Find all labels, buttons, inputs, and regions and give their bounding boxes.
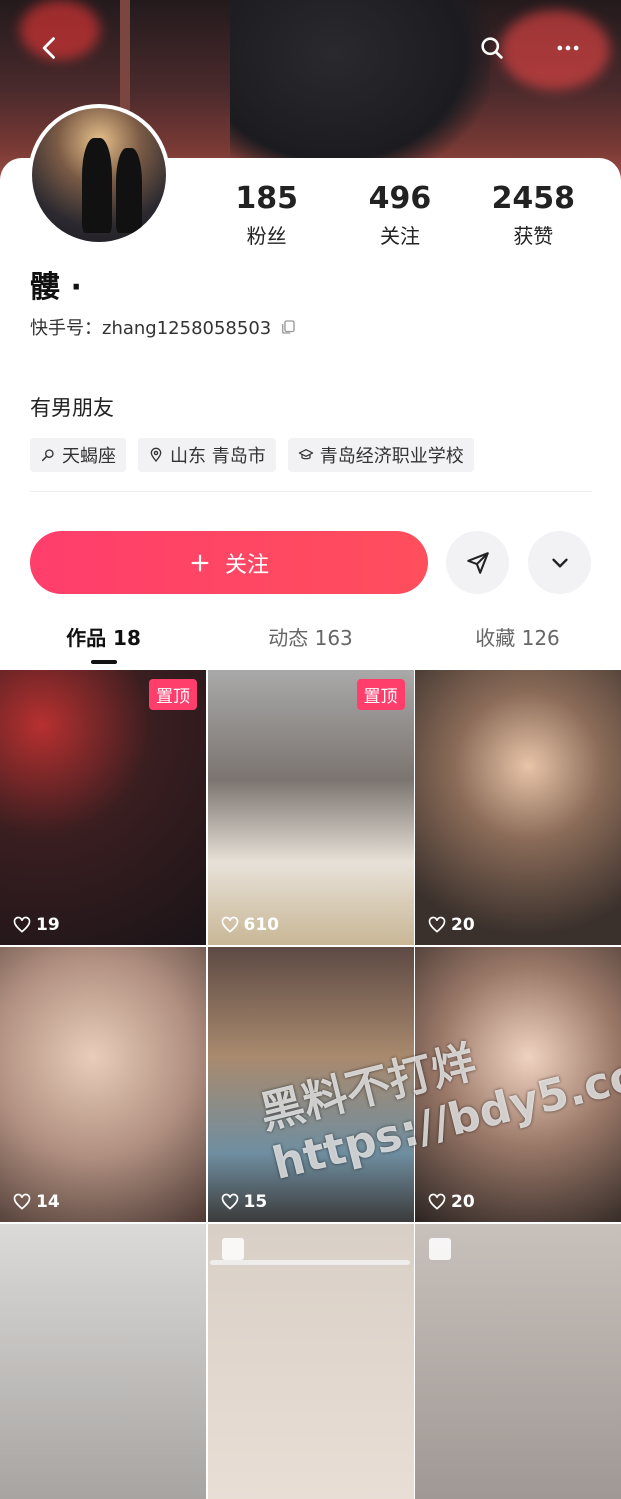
profile-stats: 185 粉丝 496 关注 2458 获赞 <box>200 180 600 249</box>
post-tile[interactable]: 20 <box>415 670 621 945</box>
copy-icon[interactable] <box>279 318 297 336</box>
tab-moments[interactable]: 动态 163 <box>207 620 414 666</box>
like-count-value: 20 <box>451 915 475 935</box>
like-count: 610 <box>220 915 280 935</box>
search-icon <box>481 37 503 59</box>
cover-pole <box>120 0 130 120</box>
like-count-value: 20 <box>451 1192 475 1212</box>
heart-icon <box>13 1193 31 1210</box>
avatar-figure <box>116 148 142 233</box>
heart-icon <box>428 916 446 933</box>
kuaishou-id-text: 快手号：zhang1258058503 <box>30 318 272 339</box>
like-count: 14 <box>12 1192 60 1212</box>
image-icon <box>221 1238 244 1260</box>
follow-label: 关注 <box>224 552 269 578</box>
stat-label: 关注 <box>379 224 420 248</box>
post-tile[interactable] <box>207 1224 414 1499</box>
tag-label: 天蝎座 <box>62 446 116 467</box>
stat-likes[interactable]: 2458 获赞 <box>467 180 600 249</box>
heart-icon <box>13 916 31 933</box>
follow-button[interactable]: 关注 <box>30 531 428 594</box>
like-count: 20 <box>427 1192 475 1212</box>
heart-icon <box>428 1193 446 1210</box>
stat-label: 获赞 <box>513 224 554 248</box>
heart-icon <box>221 916 238 933</box>
content-tabs: 作品 18 动态 163 收藏 126 <box>0 620 621 666</box>
like-count: 15 <box>220 1192 268 1212</box>
search-button[interactable] <box>472 28 512 68</box>
stat-value: 2458 <box>491 181 576 216</box>
chevron-down-icon <box>551 558 568 567</box>
post-tile[interactable]: 置顶 610 <box>207 670 414 945</box>
tab-favorites[interactable]: 收藏 126 <box>414 620 621 666</box>
post-tile[interactable]: 置顶 19 <box>0 670 206 945</box>
back-button[interactable] <box>30 28 70 68</box>
tag-school[interactable]: 青岛经济职业学校 <box>287 438 474 472</box>
avatar[interactable] <box>28 104 170 246</box>
profile-bio: 有男朋友 <box>30 396 114 420</box>
post-tile[interactable] <box>415 1224 621 1499</box>
paper-plane-icon <box>466 551 489 574</box>
image-icon <box>429 1238 451 1260</box>
avatar-image <box>32 108 166 242</box>
profile-name: 髏 · <box>30 270 82 305</box>
section-divider <box>30 491 592 492</box>
pinned-badge: 置顶 <box>149 679 197 710</box>
profile-tags: 天蝎座 山东 青岛市 青岛经济职业学校 <box>30 438 474 472</box>
more-options-button[interactable] <box>528 531 591 594</box>
tag-location[interactable]: 山东 青岛市 <box>138 438 276 472</box>
like-count: 19 <box>12 915 60 935</box>
send-message-button[interactable] <box>446 531 509 594</box>
more-dots-icon <box>557 45 579 51</box>
stat-label: 粉丝 <box>246 224 287 248</box>
home-indicator[interactable] <box>210 1260 410 1265</box>
heart-icon <box>221 1193 238 1210</box>
stat-value: 496 <box>368 181 432 216</box>
search-icon <box>41 449 54 462</box>
tag-label: 山东 青岛市 <box>170 446 266 467</box>
stat-value: 185 <box>235 181 298 216</box>
post-tile[interactable] <box>0 1224 206 1499</box>
stat-followers[interactable]: 185 粉丝 <box>200 180 333 249</box>
like-count-value: 610 <box>243 915 280 935</box>
stat-following[interactable]: 496 关注 <box>333 180 466 249</box>
pinned-badge: 置顶 <box>356 679 405 710</box>
like-count: 20 <box>427 915 475 935</box>
post-tile[interactable]: 14 <box>0 947 206 1222</box>
like-count-value: 14 <box>36 1192 60 1212</box>
chevron-left-icon <box>42 37 55 59</box>
plus-icon <box>191 554 209 571</box>
more-button[interactable] <box>548 28 588 68</box>
location-pin-icon <box>150 447 162 463</box>
like-count-value: 15 <box>243 1192 268 1212</box>
like-count-value: 19 <box>36 915 60 935</box>
cover-couple <box>230 0 490 180</box>
avatar-figure <box>82 138 112 233</box>
kuaishou-id: 快手号：zhang1258058503 <box>30 314 297 340</box>
tab-works[interactable]: 作品 18 <box>0 620 207 666</box>
tag-label: 青岛经济职业学校 <box>319 446 464 467</box>
tag-zodiac[interactable]: 天蝎座 <box>30 438 126 472</box>
graduation-cap-icon <box>298 449 314 460</box>
